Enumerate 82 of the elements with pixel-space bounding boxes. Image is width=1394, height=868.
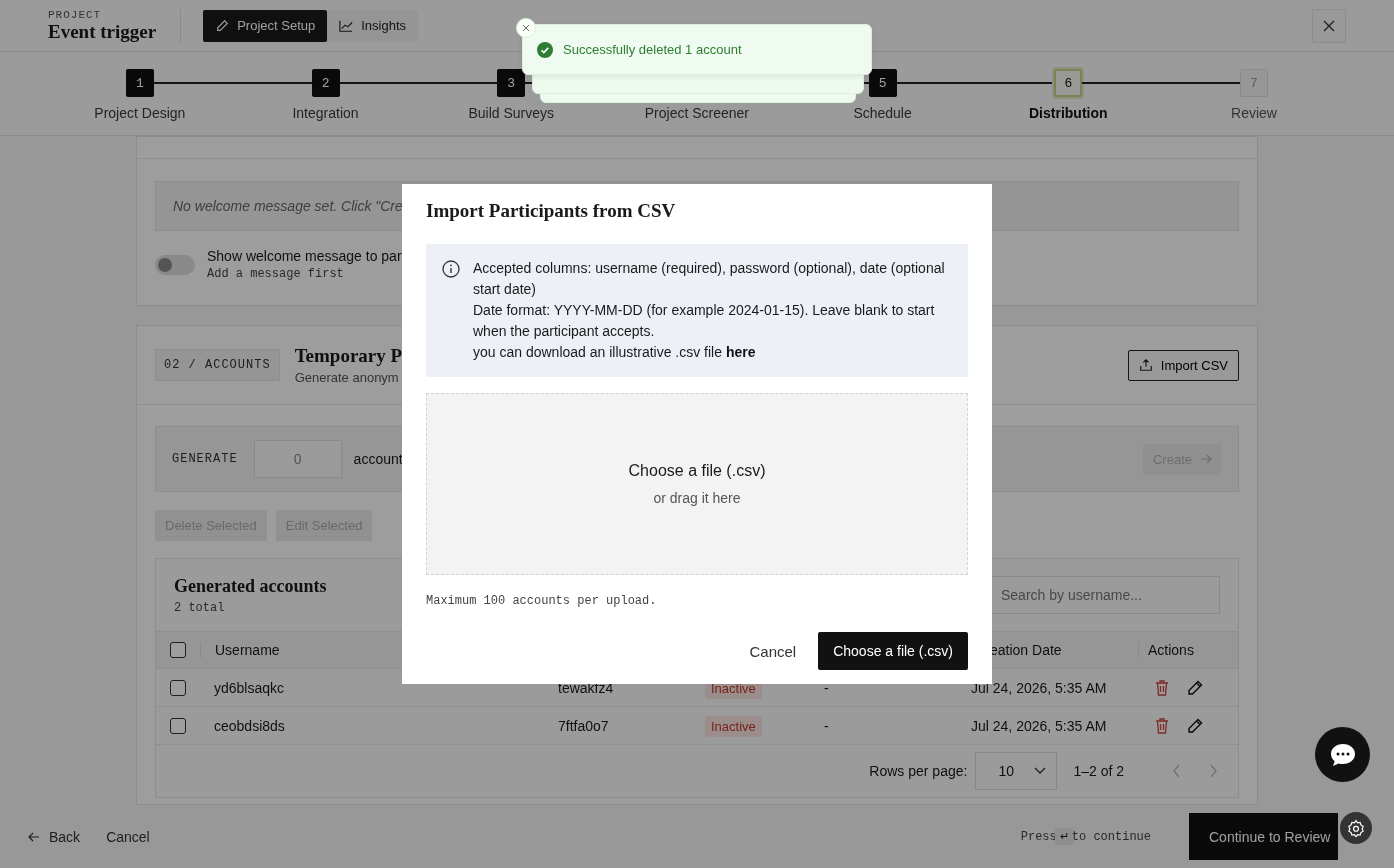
continue-button[interactable]: Continue to Review xyxy=(1189,813,1338,860)
rows-per-page-label: Rows per page: xyxy=(869,763,968,779)
table-cell: yd6blsaqkc xyxy=(214,679,285,696)
choose-file-button[interactable]: Choose a file (.csv) xyxy=(818,632,968,670)
enter-key: ↵ xyxy=(1054,828,1074,845)
chat-button[interactable] xyxy=(1315,727,1370,782)
search-field[interactable]: Search by username... xyxy=(990,576,1220,614)
hint-text: Press xyxy=(1020,829,1057,844)
chevron-down-icon xyxy=(1034,767,1047,775)
arrow-right-icon xyxy=(1200,453,1212,465)
settings-icon xyxy=(1347,819,1365,837)
select-all-checkbox[interactable] xyxy=(170,642,186,658)
toast-message: Successfully deleted 1 account xyxy=(563,42,742,57)
pencil-icon xyxy=(215,18,230,33)
cancel-button[interactable]: Cancel xyxy=(106,828,150,845)
table-cell: Jul 24, 2026, 5:35 AM xyxy=(971,717,1107,734)
column-header: Actions xyxy=(1148,642,1194,658)
row-checkbox[interactable] xyxy=(170,679,186,696)
back-button[interactable]: Back xyxy=(28,828,81,845)
empty-message-text: No welcome message set. Click "Cre xyxy=(173,198,403,214)
download-link[interactable]: here xyxy=(726,342,756,363)
page-range: 1–2 of 2 xyxy=(1073,763,1124,779)
nav-tab[interactable]: Insights xyxy=(327,9,418,42)
nav-tab[interactable]: Project Setup xyxy=(203,9,328,42)
rows-per-page-select[interactable]: 10 xyxy=(975,752,1058,790)
step-number[interactable]: 2 xyxy=(311,69,340,97)
step-label[interactable]: Review xyxy=(1231,105,1277,121)
column-header[interactable]: eation Date xyxy=(990,642,1062,658)
arrow-left-icon xyxy=(28,830,40,843)
table-cell: ceobdsi8ds xyxy=(214,717,285,734)
settings-button[interactable] xyxy=(1340,812,1372,844)
step-number[interactable]: 5 xyxy=(868,69,897,97)
step-number[interactable]: 3 xyxy=(497,69,526,97)
step-label[interactable]: Build Surveys xyxy=(468,105,554,121)
step-label[interactable]: Integration xyxy=(292,105,359,121)
close-icon xyxy=(522,24,530,32)
table-cell: - xyxy=(824,679,829,696)
generate-label: GENERATE xyxy=(172,452,238,466)
toggle-hint: Add a message first xyxy=(207,267,345,281)
column-header[interactable]: Username xyxy=(215,642,280,658)
dialog-title: Import Participants from CSV xyxy=(426,200,677,222)
info-text: Date format: YYYY-MM-DD (for example 2024-01-15). Leave blank to start when the participant accepts. xyxy=(473,301,936,341)
toggle-switch[interactable] xyxy=(155,254,195,275)
chart-icon xyxy=(339,18,354,33)
info-text: you can download an illustrative .csv file xyxy=(473,343,723,362)
step-label[interactable]: Schedule xyxy=(853,105,912,121)
import-csv-button[interactable]: Import CSV xyxy=(1127,349,1239,381)
drop-hint: or drag it here xyxy=(653,490,741,506)
upload-icon xyxy=(1138,358,1153,372)
row-checkbox[interactable] xyxy=(170,717,186,734)
table-cell: - xyxy=(824,717,829,734)
step-number[interactable]: 6 xyxy=(1054,69,1083,97)
step-label[interactable]: Project Screener xyxy=(644,105,750,121)
table-cell: tewakfz4 xyxy=(558,679,614,696)
upload-limit-note: Maximum 100 accounts per upload. xyxy=(426,594,658,608)
check-circle-icon xyxy=(537,41,553,58)
project-label: PROJECT xyxy=(48,8,103,21)
delete-icon[interactable] xyxy=(1155,679,1169,696)
edit-icon[interactable] xyxy=(1187,679,1203,696)
close-icon xyxy=(1322,18,1336,33)
step-number[interactable]: 1 xyxy=(125,69,154,97)
toggle-label: Show welcome message to par xyxy=(207,248,402,264)
section-subtitle: Generate anonym xyxy=(294,370,400,385)
chat-bubble-icon xyxy=(1328,741,1357,768)
step-label[interactable]: Distribution xyxy=(1029,105,1108,121)
project-title: Event trigger xyxy=(48,20,157,43)
info-text: Accepted columns: username (required), password (optional), date (optional start date) xyxy=(473,259,946,299)
file-drop-zone[interactable]: Choose a file (.csv) or drag it here xyxy=(426,393,968,575)
table-title: Generated accounts xyxy=(174,575,327,597)
accounts-label: account xyxy=(353,451,403,467)
cancel-button[interactable]: Cancel xyxy=(743,641,803,661)
section-tag: 02 / ACCOUNTS xyxy=(155,349,280,381)
table-cell: 7ftfa0o7 xyxy=(558,717,609,734)
total-count: 2 total xyxy=(174,600,226,615)
delete-icon[interactable] xyxy=(1155,717,1169,734)
drop-title: Choose a file (.csv) xyxy=(628,462,766,480)
edit-icon[interactable] xyxy=(1187,717,1203,734)
hint-text: to continue xyxy=(1071,829,1151,844)
section-title: Temporary P xyxy=(294,345,403,367)
info-icon xyxy=(442,260,460,278)
step-label[interactable]: Project Design xyxy=(94,105,186,121)
status-badge: Inactive xyxy=(705,715,762,737)
